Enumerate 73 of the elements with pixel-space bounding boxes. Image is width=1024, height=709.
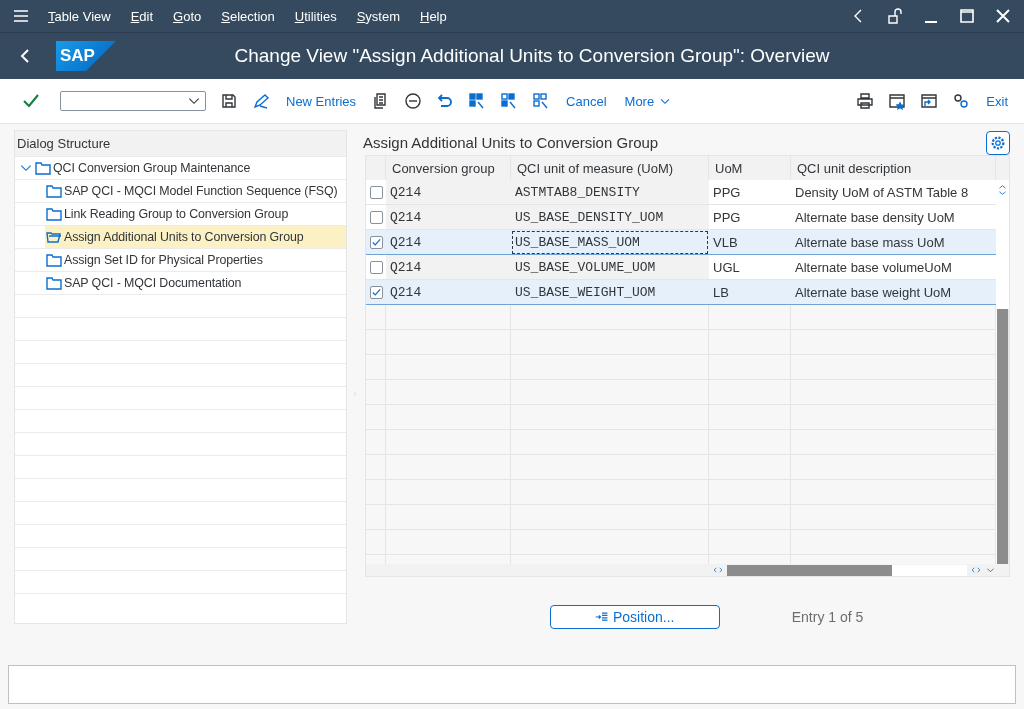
- column-header[interactable]: UoM: [709, 156, 791, 181]
- row-checkbox[interactable]: [369, 235, 383, 249]
- minus-circle-icon[interactable]: [404, 92, 423, 110]
- tree-item[interactable]: SAP QCI - MQCI Documentation: [45, 272, 244, 294]
- tree-item[interactable]: Link Reading Group to Conversion Group: [45, 203, 291, 225]
- folder-icon: [45, 182, 63, 200]
- save-icon[interactable]: [220, 92, 238, 110]
- table-cell: VLB: [709, 230, 791, 256]
- more-menu-button[interactable]: More: [622, 93, 675, 109]
- table-title: Assign Additional Units to Conversion Group: [363, 134, 659, 152]
- toolbar-button[interactable]: New Entries: [284, 93, 359, 109]
- entry-count: Entry 1 of 5: [791, 609, 864, 626]
- command-field[interactable]: [60, 91, 206, 111]
- menu-item[interactable]: Edit: [130, 8, 154, 24]
- menu-item[interactable]: Help: [420, 8, 447, 24]
- row-checkbox[interactable]: [369, 210, 383, 224]
- menu-item[interactable]: Selection: [221, 8, 275, 24]
- table-cell: US_BASE_DENSITY_UOM: [511, 205, 709, 231]
- tree-item[interactable]: SAP QCI - MQCI Model Function Sequence (FSQ): [45, 180, 340, 202]
- check-icon: [370, 236, 382, 248]
- horizontal-scrollbar[interactable]: [727, 564, 967, 576]
- row-checkbox[interactable]: [369, 285, 383, 299]
- window-switch-icon[interactable]: [920, 92, 939, 110]
- menu-item[interactable]: Table View: [48, 8, 111, 24]
- folder-icon: [45, 274, 63, 292]
- folder-icon: [45, 251, 63, 269]
- table-cell: US_BASE_WEIGHT_UOM: [511, 280, 709, 306]
- print-icon[interactable]: [856, 92, 875, 110]
- table-cell: US_BASE_VOLUME_UOM: [511, 255, 709, 281]
- table-cell: Alternate base weight UoM: [791, 280, 996, 306]
- maximize-icon[interactable]: [958, 7, 976, 25]
- row-checkbox[interactable]: [369, 185, 383, 199]
- menu-item[interactable]: Utilities: [294, 8, 337, 24]
- check-icon: [370, 286, 382, 298]
- column-header[interactable]: QCI unit of measure (UoM): [511, 156, 709, 181]
- tree-item[interactable]: Assign Set ID for Physical Properties: [45, 249, 265, 271]
- edit-icon[interactable]: [252, 92, 270, 110]
- sap-logo: SAP: [56, 41, 116, 71]
- table-cell: Q214: [386, 255, 511, 281]
- tree-item[interactable]: QCI Conversion Group Maintenance: [19, 157, 253, 179]
- window-title: Change View "Assign Additional Units to Conversion Group": Overview: [233, 45, 831, 67]
- scrollbar-thumb[interactable]: [996, 309, 1009, 565]
- menu-item[interactable]: System: [356, 8, 400, 24]
- undo-icon[interactable]: [436, 92, 455, 110]
- unlock-icon[interactable]: [886, 7, 904, 25]
- table-cell: Q214: [386, 280, 511, 306]
- menu-icon[interactable]: [12, 7, 30, 25]
- table-cell: Q214: [386, 180, 511, 206]
- toolbar-button[interactable]: Cancel: [564, 93, 609, 109]
- settings-icon: [990, 134, 1006, 151]
- checkmark-icon[interactable]: [22, 92, 40, 110]
- menu-item[interactable]: Goto: [173, 8, 202, 24]
- folder-icon: [45, 205, 63, 223]
- settings-button[interactable]: [986, 130, 1010, 155]
- new-window-icon[interactable]: [888, 92, 907, 110]
- table-cell: Alternate base mass UoM: [791, 230, 996, 256]
- close-icon[interactable]: [994, 7, 1012, 25]
- toolbar-button[interactable]: Exit: [984, 93, 1010, 109]
- folder-icon: [34, 159, 52, 177]
- settings-icon[interactable]: [952, 92, 971, 110]
- table-cell: ASTMTAB8_DENSITY: [511, 180, 709, 206]
- table-cell: Q214: [386, 230, 511, 256]
- table-cell: US_BASE_MASS_UOM: [511, 230, 709, 256]
- column-header[interactable]: Conversion group: [386, 156, 511, 181]
- panel-title: Dialog Structure: [15, 131, 346, 156]
- table-cell: Q214: [386, 205, 511, 231]
- row-checkbox[interactable]: [369, 260, 383, 274]
- position-button[interactable]: Position...: [549, 605, 720, 630]
- column-header[interactable]: QCI unit description: [791, 156, 996, 181]
- header-filler: [996, 156, 1009, 181]
- select-all-cell[interactable]: [366, 156, 386, 181]
- tree-item[interactable]: Assign Additional Units to Conversion Group: [45, 226, 346, 248]
- table-cell: LB: [709, 280, 791, 306]
